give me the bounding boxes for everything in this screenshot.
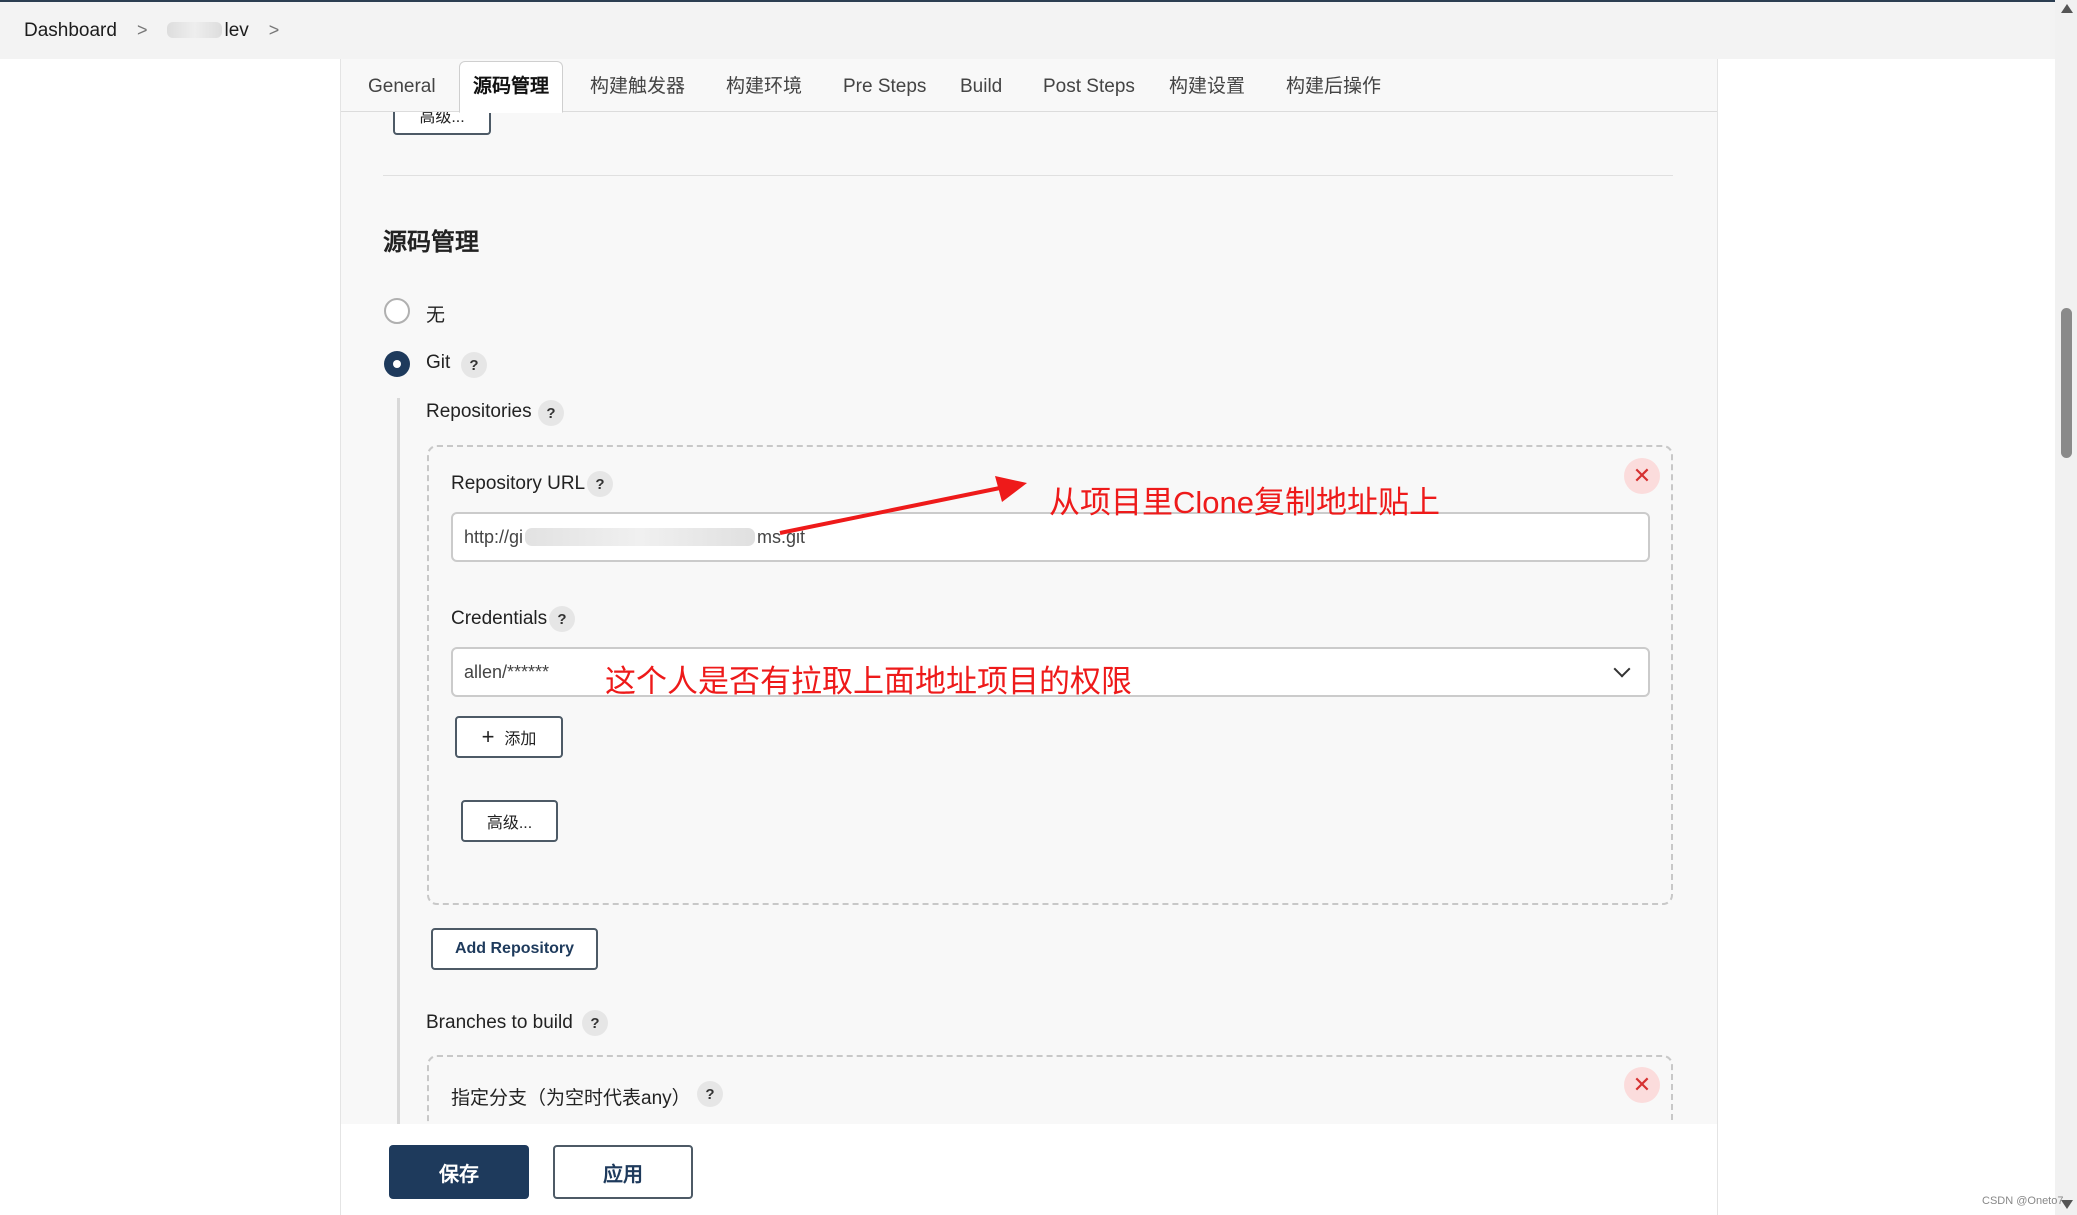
tab-post-build-actions[interactable]: 构建后操作 — [1286, 62, 1381, 111]
page-scrollbar[interactable] — [2055, 0, 2077, 1215]
breadcrumb: Dashboard > lev > — [0, 2, 2055, 59]
tab-build-settings[interactable]: 构建设置 — [1169, 62, 1245, 111]
repositories-label: Repositories — [426, 401, 532, 422]
add-repository-label: Add Repository — [454, 940, 575, 957]
annotation-url-note: 从项目里Clone复制地址贴上 — [1049, 485, 1440, 520]
plus-icon: + — [481, 724, 495, 749]
repository-url-prefix: http://gi — [464, 526, 524, 547]
radio-none[interactable] — [384, 298, 410, 324]
tab-build-environment[interactable]: 构建环境 — [726, 62, 802, 111]
tab-build[interactable]: Build — [960, 62, 1002, 111]
branch-specifier-label: 指定分支（为空时代表any） — [451, 1088, 691, 1109]
radio-git[interactable] — [384, 351, 410, 377]
save-label: 保存 — [439, 1163, 479, 1186]
config-tabs: General 源码管理 构建触发器 构建环境 Pre Steps Build … — [341, 59, 1717, 113]
advanced-button[interactable]: 高级... — [461, 800, 558, 842]
tab-build-triggers[interactable]: 构建触发器 — [590, 62, 685, 111]
save-button[interactable]: 保存 — [389, 1145, 529, 1199]
tab-pre-steps[interactable]: Pre Steps — [843, 62, 926, 111]
help-icon-git[interactable]: ? — [461, 352, 487, 378]
repository-url-label: Repository URL — [451, 473, 586, 494]
footer-bar: 保存 应用 — [340, 1124, 1718, 1215]
help-icon-credentials[interactable]: ? — [549, 606, 575, 632]
branches-label: Branches to build — [426, 1012, 573, 1033]
breadcrumb-job[interactable]: lev — [167, 19, 249, 42]
redacted-text — [525, 528, 756, 546]
help-icon-branches[interactable]: ? — [582, 1010, 608, 1036]
add-credentials-button[interactable]: + 添加 — [455, 716, 563, 758]
breadcrumb-job-label: lev — [224, 19, 249, 41]
chevron-right-icon[interactable]: > — [269, 20, 280, 41]
tab-post-steps[interactable]: Post Steps — [1043, 62, 1135, 111]
advanced-button-label: 高级... — [486, 815, 533, 832]
watermark: CSDN @Oneto7 — [1982, 1195, 2064, 1207]
credentials-label: Credentials — [451, 608, 548, 629]
help-icon-branch-specifier[interactable]: ? — [697, 1081, 723, 1107]
help-icon-repository-url[interactable]: ? — [587, 471, 613, 497]
close-icon[interactable]: ✕ — [1624, 458, 1660, 494]
chevron-right-icon: > — [136, 20, 148, 40]
scrollbar-thumb[interactable] — [2061, 308, 2072, 458]
annotation-credentials-note: 这个人是否有拉取上面地址项目的权限 — [605, 664, 1132, 699]
section-divider — [383, 175, 1673, 176]
close-icon[interactable]: ✕ — [1624, 1067, 1660, 1103]
config-panel: General 源码管理 构建触发器 构建环境 Pre Steps Build … — [340, 59, 1718, 1215]
credentials-value: allen/****** — [464, 661, 550, 682]
apply-label: 应用 — [603, 1163, 643, 1186]
add-credentials-label: 添加 — [504, 731, 537, 748]
tab-general[interactable]: General — [368, 62, 436, 111]
help-icon-repositories[interactable]: ? — [538, 400, 564, 426]
section-title: 源码管理 — [383, 229, 479, 256]
scroll-up-icon[interactable] — [2061, 4, 2073, 13]
radio-git-label: Git — [426, 352, 451, 373]
repository-url-suffix: ms.git — [757, 526, 806, 547]
chevron-down-icon[interactable] — [1613, 660, 1631, 678]
apply-button[interactable]: 应用 — [553, 1145, 693, 1199]
redacted-text — [167, 22, 223, 39]
add-repository-button[interactable]: Add Repository — [431, 928, 598, 970]
git-options-indent-line — [397, 398, 400, 1215]
breadcrumb-dashboard[interactable]: Dashboard — [24, 20, 117, 42]
radio-none-label: 无 — [426, 305, 446, 326]
tab-source-control[interactable]: 源码管理 — [459, 61, 564, 113]
